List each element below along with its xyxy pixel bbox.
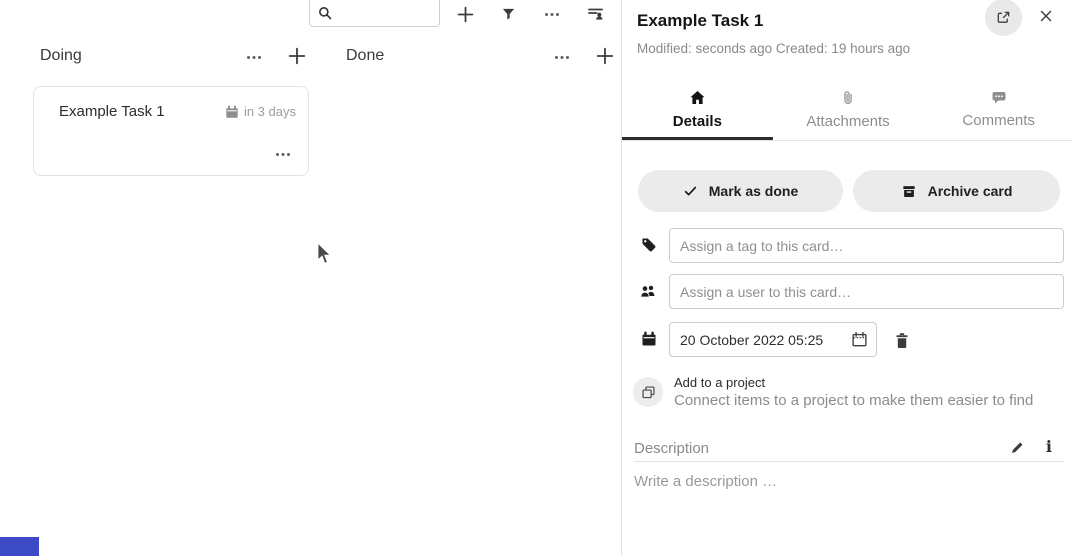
open-in-window-button[interactable] — [985, 0, 1022, 36]
card-due-date: in 3 days — [225, 103, 296, 119]
edit-description-button[interactable] — [1010, 440, 1025, 455]
check-icon — [683, 184, 698, 198]
trash-icon — [894, 332, 910, 349]
more-icon — [275, 152, 291, 157]
home-icon — [689, 90, 706, 106]
due-date-field[interactable]: 20 October 2022 05:25 — [669, 322, 877, 357]
archive-card-button[interactable]: Archive card — [853, 170, 1060, 212]
more-icon — [544, 12, 560, 17]
column-doing-add-button[interactable] — [284, 43, 310, 69]
close-panel-button[interactable] — [1032, 2, 1060, 30]
project-windows-icon — [641, 385, 656, 400]
column-done-add-button[interactable] — [592, 43, 618, 69]
mark-as-done-button[interactable]: Mark as done — [638, 170, 843, 212]
add-to-project-subtitle: Connect items to a project to make them … — [674, 392, 1033, 409]
filter-icon — [501, 7, 516, 22]
tab-details[interactable]: Details — [622, 84, 773, 140]
add-card-button[interactable] — [451, 0, 479, 28]
calendar-picker-icon — [851, 331, 868, 348]
close-icon — [1039, 9, 1053, 23]
mouse-cursor — [317, 242, 332, 265]
card-title: Example Task 1 — [59, 103, 165, 120]
description-label: Description — [634, 440, 709, 461]
pencil-icon — [1010, 440, 1025, 455]
calendar-icon — [641, 331, 657, 347]
loading-progress-bar — [0, 537, 39, 556]
open-date-picker-button[interactable] — [851, 331, 868, 348]
assignee-view-button[interactable] — [581, 0, 609, 28]
more-icon — [554, 55, 570, 60]
column-title-doing: Doing — [40, 47, 82, 65]
add-icon — [596, 47, 614, 65]
assign-tag-input[interactable] — [669, 228, 1064, 263]
comment-icon — [991, 90, 1007, 105]
filter-button[interactable] — [494, 0, 522, 28]
card-detail-panel: Example Task 1 Modified: seconds ago Cre… — [621, 0, 1073, 556]
add-to-project-button[interactable] — [633, 377, 663, 407]
column-done-menu-button[interactable] — [549, 44, 575, 70]
board-menu-button[interactable] — [538, 0, 566, 28]
add-to-project-title: Add to a project — [674, 375, 765, 390]
add-icon — [457, 6, 474, 23]
paperclip-icon — [841, 90, 856, 106]
archive-icon — [901, 184, 917, 199]
info-icon: i — [1046, 439, 1052, 455]
description-header: Description i — [634, 436, 1064, 462]
due-date-value: 20 October 2022 05:25 — [680, 332, 823, 348]
task-card[interactable]: Example Task 1 in 3 days — [33, 86, 309, 176]
column-title-done: Done — [346, 47, 384, 65]
search-icon — [318, 6, 332, 20]
panel-meta: Modified: seconds ago Created: 19 hours … — [637, 41, 910, 56]
assign-user-input[interactable] — [669, 274, 1064, 309]
add-icon — [288, 47, 306, 65]
panel-tabs: Details Attachments Comments — [622, 84, 1073, 141]
app-window: Doing Done Example Task 1 in 3 days — [0, 0, 1073, 556]
description-placeholder[interactable]: Write a description … — [634, 473, 777, 490]
more-icon — [246, 55, 262, 60]
column-doing-menu-button[interactable] — [241, 44, 267, 70]
tab-attachments[interactable]: Attachments — [773, 84, 924, 140]
description-info-button[interactable]: i — [1046, 439, 1052, 455]
search-field[interactable] — [309, 0, 440, 27]
users-icon — [639, 283, 657, 299]
panel-title: Example Task 1 — [637, 11, 763, 31]
card-menu-button[interactable] — [270, 141, 296, 167]
assignee-list-icon — [587, 6, 604, 22]
calendar-icon — [225, 105, 239, 119]
tag-icon — [641, 237, 657, 253]
remove-due-date-button[interactable] — [890, 328, 914, 352]
search-input[interactable] — [338, 6, 433, 21]
external-link-icon — [996, 10, 1011, 25]
tab-comments[interactable]: Comments — [923, 84, 1073, 140]
